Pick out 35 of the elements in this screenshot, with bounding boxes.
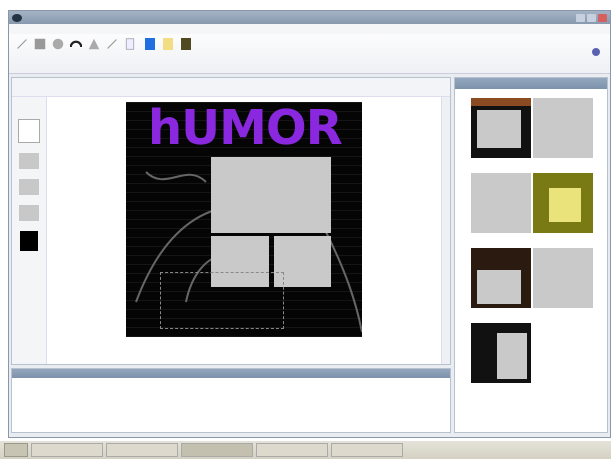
taskbar-item[interactable] bbox=[31, 443, 103, 457]
circle-icon bbox=[52, 38, 64, 50]
line-icon bbox=[16, 38, 28, 50]
minimize-button[interactable] bbox=[576, 14, 585, 22]
taskbar-item[interactable] bbox=[331, 443, 403, 457]
square-icon bbox=[34, 38, 46, 50]
arc-icon bbox=[70, 38, 82, 50]
page-thumbnail[interactable] bbox=[471, 98, 531, 158]
taskbar-item[interactable] bbox=[106, 443, 178, 457]
triangle-icon bbox=[88, 38, 100, 50]
page-thumbnail[interactable] bbox=[533, 173, 593, 233]
page-thumbnail[interactable] bbox=[471, 173, 531, 233]
page-thumbnail[interactable] bbox=[533, 98, 593, 158]
page-thumbnail[interactable] bbox=[533, 248, 593, 308]
maximize-button[interactable] bbox=[587, 14, 596, 22]
photo-placeholder[interactable] bbox=[211, 157, 331, 233]
line-icon bbox=[106, 38, 118, 50]
layer-thumbnail[interactable] bbox=[20, 231, 38, 251]
start-button[interactable] bbox=[4, 443, 28, 457]
page-thumbnail[interactable] bbox=[471, 248, 531, 308]
layer-thumbnail[interactable] bbox=[19, 153, 39, 169]
layer-thumbnail[interactable] bbox=[19, 179, 39, 195]
page-icon bbox=[124, 38, 136, 50]
taskbar-item[interactable] bbox=[256, 443, 328, 457]
photo-placeholder[interactable] bbox=[274, 236, 331, 287]
layer-thumbnail[interactable] bbox=[18, 119, 40, 143]
help-icon[interactable] bbox=[592, 48, 600, 56]
page-thumbnail[interactable] bbox=[471, 323, 531, 383]
taskbar-item[interactable] bbox=[181, 443, 253, 457]
app-icon bbox=[12, 14, 22, 22]
page-title: hUMOR bbox=[148, 102, 342, 158]
close-button[interactable] bbox=[598, 14, 607, 22]
selection-frame[interactable] bbox=[160, 272, 284, 329]
scroll-bar[interactable] bbox=[441, 97, 450, 364]
layer-thumbnail[interactable] bbox=[19, 205, 39, 221]
